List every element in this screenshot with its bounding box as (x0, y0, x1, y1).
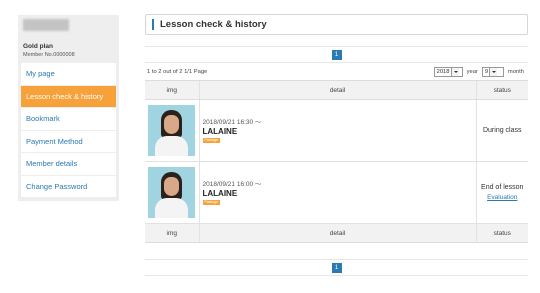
column-footer-img: img (145, 223, 199, 243)
page-title: Lesson check & history (160, 19, 267, 30)
year-select[interactable]: 2018 (433, 67, 463, 77)
sidebar-item-lesson-check-history[interactable]: Lesson check & history (21, 85, 116, 108)
package-badge: Package (202, 199, 221, 205)
sidebar-item-bookmark[interactable]: Bookmark (21, 108, 116, 131)
plan-name: Gold plan (23, 43, 53, 50)
chevron-down-icon (489, 68, 498, 76)
tutor-photo-cell (145, 161, 199, 224)
tutor-photo[interactable] (148, 105, 196, 156)
tutor-photo-cell (145, 99, 199, 162)
tutor-photo[interactable] (148, 167, 196, 218)
chevron-down-icon (450, 68, 459, 76)
tutor-name: LALAINE (202, 188, 238, 198)
sidebar-item-member-details[interactable]: Member details (21, 153, 116, 176)
page-button-current[interactable]: 1 (331, 262, 342, 273)
column-header-status: status (475, 80, 528, 100)
results-summary: 1 to 2 out of 2 1/1 Page (147, 69, 208, 75)
evaluation-link[interactable]: Evaluation (478, 193, 528, 203)
date-filter: 2018 year 9 month (433, 67, 528, 77)
sidebar-item-payment-method[interactable]: Payment Method (21, 131, 116, 153)
lesson-status-cell: During class (475, 99, 528, 162)
user-name-redacted (23, 19, 69, 31)
table-header-row: img detail status (145, 80, 528, 100)
year-select-value: 2018 (436, 69, 450, 75)
table-footer-row: img detail status (145, 223, 528, 243)
page-title-box: Lesson check & history (145, 14, 528, 35)
lesson-datetime: 2018/09/21 16:00 ～ (202, 180, 262, 188)
lesson-datetime: 2018/09/21 16:30 ～ (202, 118, 262, 126)
title-accent-bar (152, 19, 154, 30)
sidebar-item-change-password[interactable]: Change Password (21, 176, 116, 198)
lesson-history-table: img detail status 2018/09/21 16:30 ～ LAL… (145, 80, 528, 243)
table-row: 2018/09/21 16:30 ～ LALAINE Package Durin… (145, 99, 528, 162)
pagination-top: 1 (145, 46, 528, 63)
lesson-detail-cell: 2018/09/21 16:30 ～ LALAINE Package (198, 99, 476, 162)
column-footer-detail: detail (198, 223, 476, 243)
table-row: 2018/09/21 16:00 ～ LALAINE Package End o… (145, 161, 528, 224)
sidebar: Gold plan Member No.0000008 My page Less… (18, 15, 119, 201)
tutor-name: LALAINE (202, 126, 238, 136)
lesson-status: During class (482, 126, 522, 134)
lesson-status: End of lesson (481, 183, 524, 191)
results-info-row: 1 to 2 out of 2 1/1 Page 2018 year 9 mon… (145, 65, 528, 80)
year-label: year (466, 69, 478, 75)
month-select-value: 9 (484, 69, 489, 75)
member-number: Member No.0000008 (23, 52, 75, 58)
main-content: Lesson check & history 1 1 to 2 out of 2… (145, 14, 528, 276)
lesson-detail-cell: 2018/09/21 16:00 ～ LALAINE Package (198, 161, 476, 224)
lesson-status-cell: End of lesson Evaluation (475, 161, 528, 224)
month-select[interactable]: 9 (481, 67, 504, 77)
sidebar-menu: My page Lesson check & history Bookmark … (21, 63, 116, 198)
column-header-detail: detail (198, 80, 476, 100)
column-header-img: img (145, 80, 199, 100)
pagination-bottom: 1 (145, 259, 528, 276)
sidebar-item-my-page[interactable]: My page (21, 63, 116, 86)
package-badge: Package (202, 137, 221, 143)
page-button-current[interactable]: 1 (331, 49, 342, 60)
month-label: month (507, 69, 524, 75)
column-footer-status: status (475, 223, 528, 243)
